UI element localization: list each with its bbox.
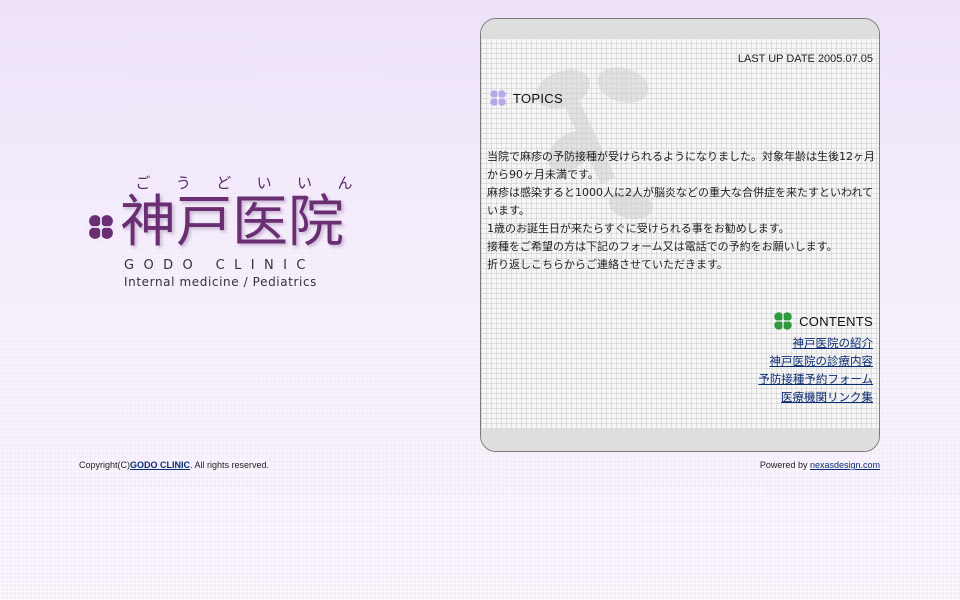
info-panel: LAST UP DATE 2005.07.05 TOPICS 当院で麻疹の予防接…: [480, 18, 880, 452]
clover-icon: [85, 211, 117, 243]
panel-top-bar: [481, 19, 879, 39]
topics-line: 接種をご希望の方は下記のフォーム又は電話での予約をお願いします。: [487, 240, 838, 253]
logo-kanji: 神戸医院: [120, 190, 344, 255]
logo-subtitle: Internal medicine / Pediatrics: [124, 275, 317, 289]
powered-prefix: Powered by: [759, 460, 810, 470]
logo-english-name: GODO CLINIC: [124, 258, 315, 273]
copyright-suffix: . All rights reserved.: [190, 460, 270, 470]
contents-links: 神戸医院の紹介 神戸医院の診療内容 予防接種予約フォーム 医療機関リンク集: [758, 334, 873, 406]
clover-icon: [488, 88, 508, 108]
link-medical-services[interactable]: 神戸医院の診療内容: [758, 352, 874, 370]
last-update-date: LAST UP DATE 2005.07.05: [737, 53, 873, 65]
topics-line: 折り返しこちらからご連絡させていただきます。: [487, 258, 728, 271]
link-clinic-introduction[interactable]: 神戸医院の紹介: [758, 334, 874, 352]
site-logo: ご う ど い い ん 神戸医院 GODO CLINIC Internal me…: [84, 172, 374, 292]
topics-text: 当院で麻疹の予防接種が受けられるようになりました。対象年齢は生後12ヶ月から90…: [487, 148, 875, 274]
topics-heading: TOPICS: [487, 87, 563, 109]
contents-title: CONTENTS: [799, 313, 873, 329]
copyright-prefix: Copyright(C): [79, 460, 131, 470]
link-vaccination-reservation-form[interactable]: 予防接種予約フォーム: [758, 370, 873, 388]
contents-heading: CONTENTS: [771, 309, 873, 333]
link-medical-institution-links[interactable]: 医療機関リンク集: [758, 388, 873, 406]
clover-icon: [772, 310, 794, 332]
topics-line: 当院で麻疹の予防接種が受けられるようになりました。対象年齢は生後12ヶ月から90…: [487, 150, 875, 181]
topics-line: 麻疹は感染すると1000人に2人が脳炎などの重大な合併症を来たすといわれています…: [487, 186, 874, 217]
topics-title: TOPICS: [513, 90, 563, 106]
copyright-link[interactable]: GODO CLINIC: [130, 460, 190, 470]
topics-line: 1歳のお誕生日が来たらすぐに受けられる事をお勧めします。: [487, 222, 790, 235]
panel-bottom-bar: [481, 429, 879, 451]
copyright: Copyright(C)GODO CLINIC. All rights rese…: [79, 460, 269, 470]
powered-by-link[interactable]: nexasdesign.com: [810, 460, 880, 470]
powered-by: Powered by nexasdesign.com: [760, 460, 880, 470]
